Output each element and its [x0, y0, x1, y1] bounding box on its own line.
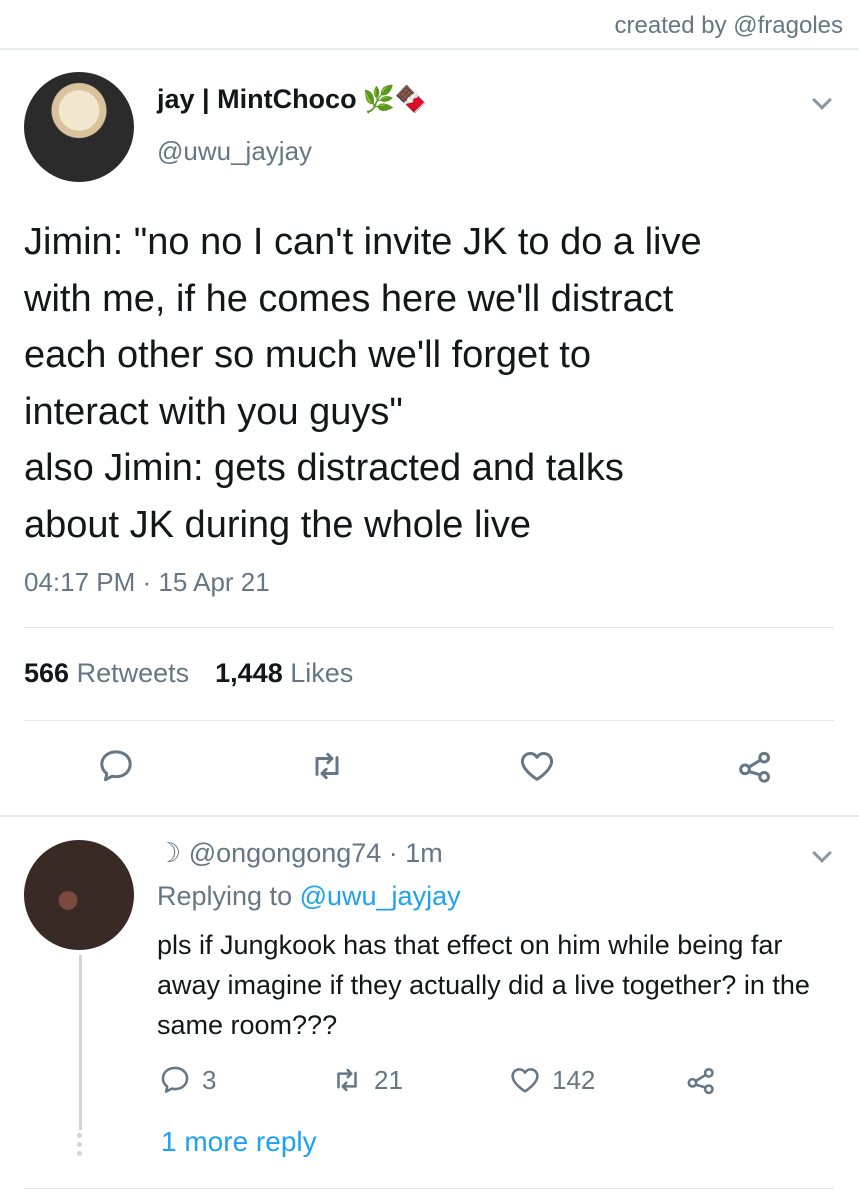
retweets-stat[interactable]: 566 Retweets [24, 658, 189, 689]
reply-author-meta[interactable]: ☽ @ongongong74 · 1m [157, 838, 443, 869]
reply-retweet-button[interactable]: 21 [330, 1063, 403, 1097]
bottom-divider [24, 1188, 834, 1189]
share-icon [739, 751, 770, 783]
retweet-icon [315, 752, 339, 780]
replying-to: Replying to @uwu_jayjay [157, 881, 461, 912]
share-button[interactable] [731, 742, 779, 790]
divider [24, 627, 834, 628]
replying-to-link[interactable]: @uwu_jayjay [300, 881, 461, 911]
author-display-name[interactable]: jay | MintChoco 🌿🍫 [157, 84, 427, 115]
heart-icon [511, 1068, 539, 1093]
credit-text: created by @fragoles [614, 12, 843, 39]
reply-text: pls if Jungkook has that effect on him w… [157, 930, 810, 1040]
like-count: 1,448 [215, 658, 283, 688]
like-button[interactable] [513, 742, 561, 790]
reply-button[interactable] [92, 742, 140, 790]
reply-count: 3 [202, 1064, 217, 1095]
engagement-counts: 566 Retweets 1,448 Likes [24, 658, 353, 689]
top-divider [0, 48, 859, 50]
display-name-text: jay | MintChoco [157, 84, 357, 114]
tweet-timestamp[interactable]: 04:17 PM · 15 Apr 21 [24, 567, 270, 598]
more-replies-link[interactable]: 1 more reply [161, 1126, 317, 1158]
retweet-label: Retweets [76, 658, 190, 688]
reply-reply-button[interactable]: 3 [158, 1063, 216, 1097]
author-avatar[interactable] [24, 72, 134, 182]
reply-like-count: 142 [552, 1064, 596, 1095]
reply-icon [161, 1066, 189, 1093]
author-handle[interactable]: @uwu_jayjay [157, 136, 312, 167]
replying-prefix: Replying to [157, 881, 300, 911]
retweet-count: 566 [24, 658, 70, 688]
share-icon [687, 1067, 714, 1095]
tweet-text: Jimin: "no no I can't invite JK to do a … [24, 221, 702, 546]
likes-stat[interactable]: 1,448 Likes [215, 658, 353, 689]
thread-line [79, 955, 82, 1130]
like-label: Likes [290, 658, 354, 688]
display-name-emoji: 🌿🍫 [362, 84, 428, 114]
retweet-icon [337, 1068, 357, 1092]
reply-icon [100, 750, 132, 782]
reply-retweet-count: 21 [374, 1064, 403, 1095]
section-divider [0, 815, 859, 817]
chevron-down-icon[interactable] [812, 90, 832, 110]
retweet-button[interactable] [303, 742, 351, 790]
divider [24, 720, 834, 721]
reply-share-button[interactable] [684, 1063, 718, 1097]
chevron-down-icon[interactable] [812, 843, 832, 863]
heart-icon [520, 752, 554, 781]
thread-dots [77, 1133, 84, 1156]
reply-author-avatar[interactable] [24, 840, 134, 950]
reply-like-button[interactable]: 142 [508, 1063, 595, 1097]
